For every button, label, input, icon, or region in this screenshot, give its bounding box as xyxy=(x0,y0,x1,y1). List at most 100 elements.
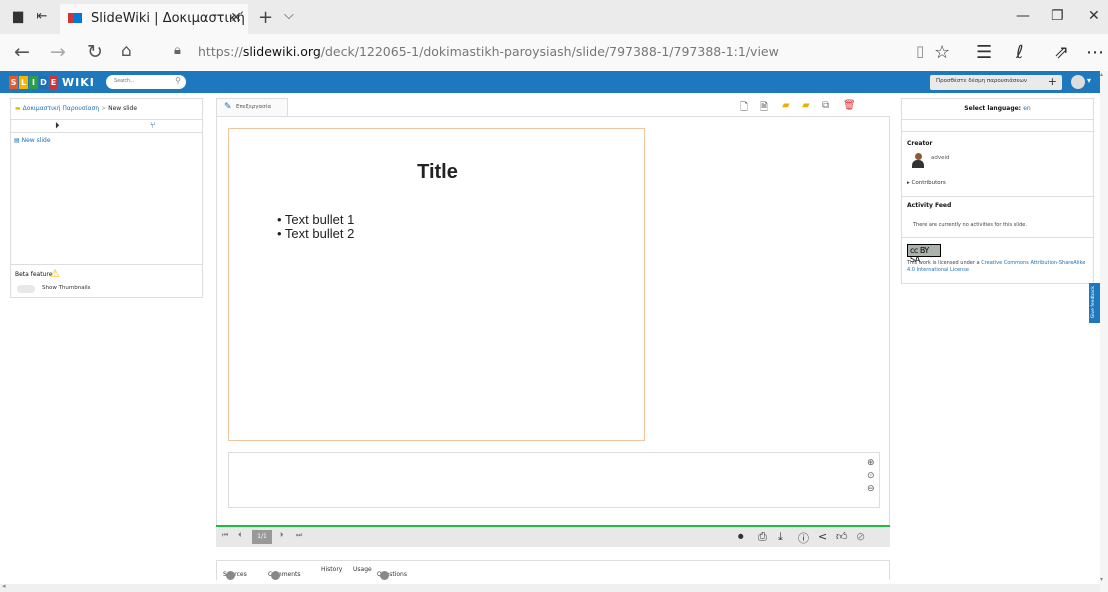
more-icon[interactable]: ⋯ xyxy=(1086,42,1104,63)
show-thumbnails-label: Show Thumbnails xyxy=(42,285,91,291)
add-deck-label: Προσθέστε δέσμη παρουσιάσεων xyxy=(936,78,1027,84)
logo-letter: E xyxy=(49,75,58,89)
close-tab-icon[interactable]: ✕ xyxy=(230,10,242,26)
page-indicator: 1/1 xyxy=(252,530,272,544)
copy-icon[interactable]: ⧉ xyxy=(822,100,829,111)
zoom-reset-icon[interactable]: ⊙ xyxy=(867,470,877,483)
add-slide-icon[interactable]: 🗋 xyxy=(740,100,748,117)
last-slide-icon[interactable]: ⏭ xyxy=(296,531,302,540)
new-tab-button[interactable]: + xyxy=(258,7,273,28)
cc-license-badge[interactable]: cc BY SA xyxy=(907,244,941,264)
pen-notes-icon[interactable]: ℓ xyxy=(1016,42,1023,63)
breadcrumb-separator: > xyxy=(101,105,107,112)
favorites-hub-icon[interactable]: ☰ xyxy=(976,42,992,63)
present-icon[interactable]: ⏺ xyxy=(738,530,744,544)
search-input[interactable] xyxy=(114,78,174,84)
site-navbar: S L I D E WIKI ⚲ Προσθέστε δέσμη παρουσι… xyxy=(0,71,1100,93)
first-slide-icon[interactable]: ⏮ xyxy=(222,531,228,540)
slide-canvas: Title • Text bullet 1 • Text bullet 2 xyxy=(228,128,645,441)
file-icon: ▤ xyxy=(14,137,20,144)
tree-item-label: New slide xyxy=(21,137,51,144)
print-icon[interactable]: ⎙ xyxy=(758,530,767,544)
zoom-in-icon[interactable]: ⊕ xyxy=(867,457,877,470)
slidewiki-logo[interactable]: S L I D E WIKI xyxy=(9,75,95,89)
vertical-scrollbar[interactable]: ▴ ▾ xyxy=(1100,71,1108,592)
language-link[interactable]: en xyxy=(1023,105,1031,112)
close-window-icon[interactable]: ✕ xyxy=(1088,8,1100,24)
scroll-left-icon[interactable]: ◂ xyxy=(2,582,6,590)
home-icon[interactable]: ⌂ xyxy=(121,41,132,61)
give-feedback-button[interactable]: Give feedback xyxy=(1089,283,1100,323)
zoom-controls: ⊕ ⊙ ⊖ xyxy=(867,457,877,496)
license-text: This work is licensed under a Creative C… xyxy=(907,260,1086,273)
search-icon[interactable]: ⚲ xyxy=(175,76,181,85)
creator-heading: Creator xyxy=(907,140,933,147)
download-icon[interactable]: ⤓ xyxy=(778,530,783,544)
previous-slide-icon[interactable]: ⏴ xyxy=(238,531,242,540)
tab-title: SlideWiki | Δοκιμαστική xyxy=(91,11,245,26)
flag-icon[interactable]: ⊘ xyxy=(856,530,865,543)
folder-icon: ▬ xyxy=(15,105,21,112)
set-aside-tabs-icon[interactable]: ⇤ xyxy=(34,9,50,25)
count-badge xyxy=(226,571,235,580)
slide-toolbar: 🗋 🗎 ▰ ▰ ⧉ 🗑 xyxy=(740,100,890,114)
fork-icon[interactable]: ⑂ xyxy=(150,121,155,131)
restore-icon[interactable]: ❐ xyxy=(1051,8,1064,24)
tab-usage[interactable]: Usage xyxy=(353,566,372,573)
slide-title: Title xyxy=(417,161,458,183)
creator-name[interactable]: adveid xyxy=(931,155,950,161)
share-icon[interactable]: ⇗ xyxy=(1054,42,1069,63)
info-tabs: Sources Comments History Usage Questions xyxy=(216,560,890,580)
scroll-down-icon[interactable]: ▾ xyxy=(1100,576,1103,583)
plus-icon: + xyxy=(1047,75,1057,88)
creator-avatar[interactable] xyxy=(912,153,924,169)
contributors-toggle[interactable]: ▸ Contributors xyxy=(907,180,946,186)
select-language: Select language: en xyxy=(964,105,1031,112)
breadcrumb-deck-link[interactable]: Δοκιμαστική Παρουσίαση xyxy=(23,105,100,112)
lock-icon: 🔒︎ xyxy=(174,43,181,58)
tab-history[interactable]: History xyxy=(321,566,342,573)
beta-feature-label: Beta feature xyxy=(15,271,53,278)
caret-down-icon[interactable]: ▾ xyxy=(1087,76,1091,85)
search-box[interactable]: ⚲ xyxy=(106,75,186,89)
reading-view-icon[interactable]: ▯ xyxy=(916,42,924,60)
add-deck-icon[interactable]: ▰ xyxy=(782,100,790,111)
browser-tab[interactable]: SlideWiki | Δοκιμαστική ✕ xyxy=(60,4,248,34)
presentation-navbar: ⏮ ⏴ 1/1 ⏵ ⏭ ⏺ ⎙ ⤓ ⓘ < 👍︎ ⊘ xyxy=(216,527,890,547)
url-field[interactable]: 🔒︎ https://slidewiki.org/deck/122065-1/d… xyxy=(168,40,908,64)
show-thumbnails-toggle[interactable] xyxy=(17,285,35,293)
play-icon[interactable]: ⏵ xyxy=(55,121,60,131)
logo-letter: I xyxy=(29,75,38,89)
like-icon[interactable]: 👍︎ xyxy=(836,530,848,543)
refresh-icon[interactable]: ↻ xyxy=(87,41,103,63)
forward-arrow-icon[interactable]: → xyxy=(50,41,66,63)
divider xyxy=(902,237,1093,238)
activity-feed-heading: Activity Feed xyxy=(907,202,952,209)
logo-letter: D xyxy=(39,75,48,89)
tree-item-new-slide[interactable]: ▤ New slide xyxy=(14,137,51,144)
speaker-notes-area[interactable]: ⊕ ⊙ ⊖ xyxy=(228,452,880,508)
favorite-star-icon[interactable]: ☆ xyxy=(934,42,950,63)
duplicate-slide-icon[interactable]: 🗎 xyxy=(760,100,768,117)
add-subdeck-icon[interactable]: ▰ xyxy=(802,100,810,111)
add-deck-button[interactable]: Προσθέστε δέσμη παρουσιάσεων + xyxy=(930,75,1062,90)
divider xyxy=(902,131,1093,132)
horizontal-scrollbar[interactable]: ◂ xyxy=(0,582,1100,592)
edit-tab[interactable]: ✎ Επεξεργασία xyxy=(216,98,288,116)
address-bar-row: ← → ↻ ⌂ 🔒︎ https://slidewiki.org/deck/12… xyxy=(0,34,1108,71)
tab-manager-icon[interactable]: ▆ xyxy=(10,9,26,25)
deck-tree-panel: ▬ Δοκιμαστική Παρουσίαση > New slide ⏵ ⑂… xyxy=(10,98,203,298)
bullet-item: • Text bullet 2 xyxy=(277,226,355,241)
next-slide-icon[interactable]: ⏵ xyxy=(280,531,284,540)
tab-list-chevron-icon[interactable]: ⌵ xyxy=(284,8,294,23)
minimize-icon[interactable]: — xyxy=(1016,8,1030,24)
user-avatar-icon[interactable] xyxy=(1071,75,1085,89)
info-icon[interactable]: ⓘ xyxy=(798,530,809,546)
zoom-out-icon[interactable]: ⊖ xyxy=(867,483,877,496)
share-alt-icon[interactable]: < xyxy=(818,530,827,543)
back-arrow-icon[interactable]: ← xyxy=(14,41,30,63)
url-text: https://slidewiki.org/deck/122065-1/doki… xyxy=(198,44,779,59)
delete-icon[interactable]: 🗑 xyxy=(843,100,856,111)
browser-tab-bar: ▆ ⇤ SlideWiki | Δοκιμαστική ✕ + ⌵ — ❐ ✕ xyxy=(0,0,1108,34)
scroll-up-icon[interactable]: ▴ xyxy=(1100,71,1103,78)
